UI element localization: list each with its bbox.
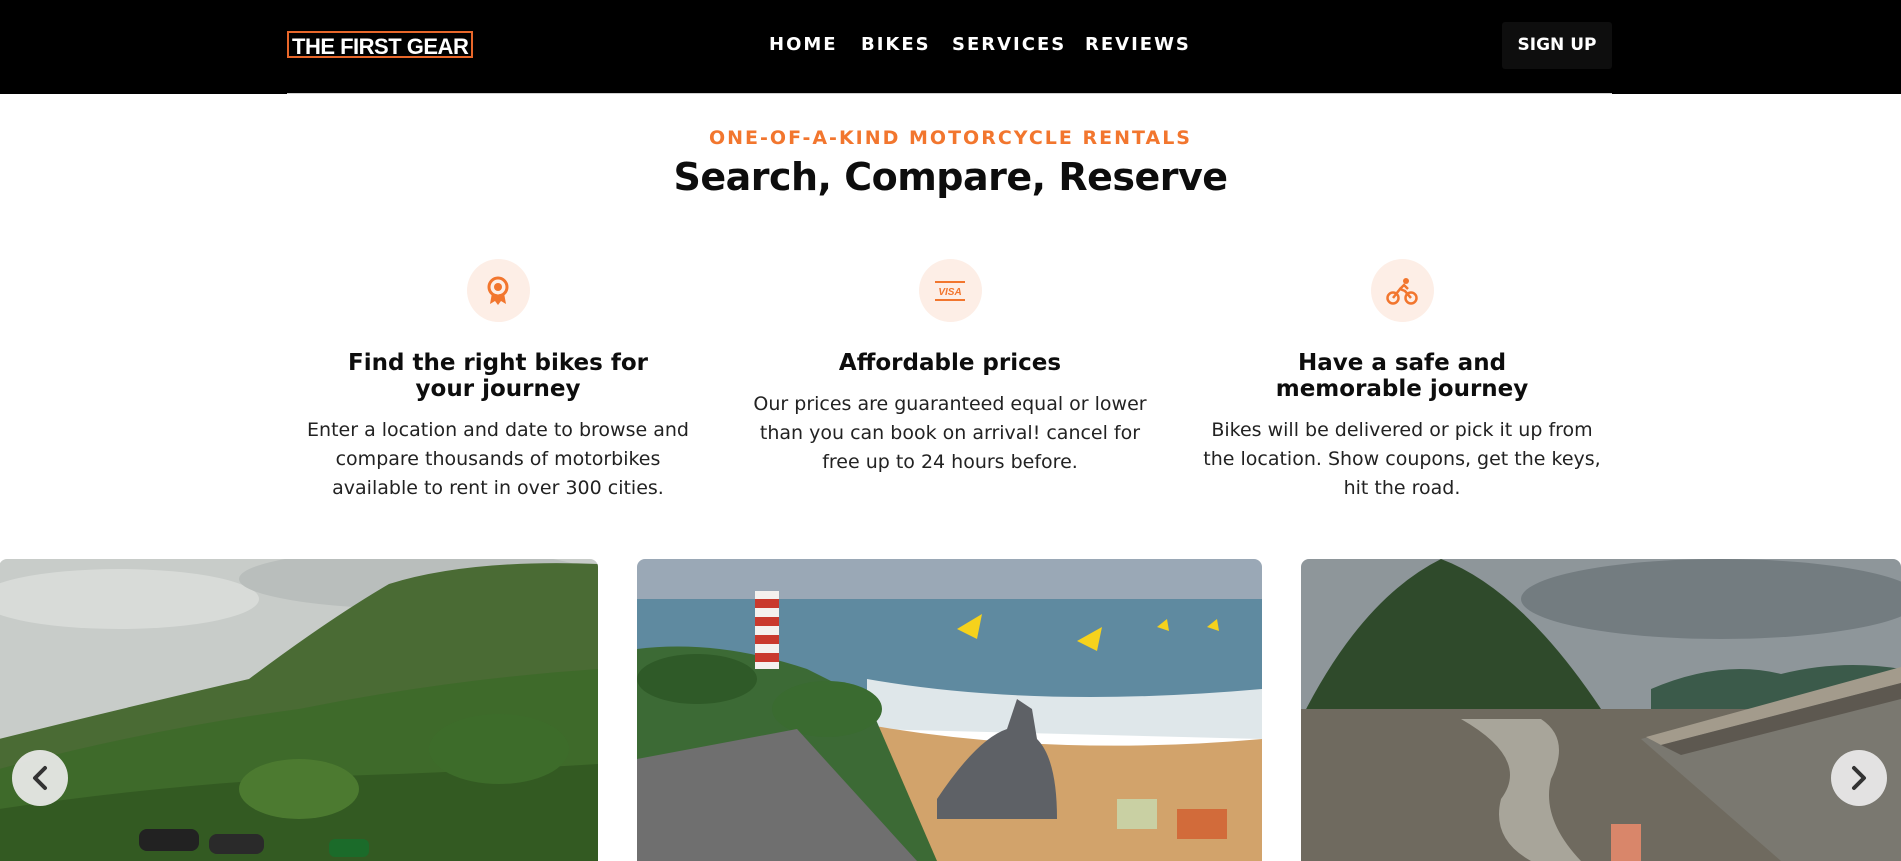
carousel-next-button[interactable] bbox=[1831, 750, 1887, 806]
nav-home[interactable]: HOME bbox=[769, 33, 838, 57]
feature-description: Our prices are guaranteed equal or lower… bbox=[753, 393, 1147, 473]
nav-reviews[interactable]: REVIEWS bbox=[1085, 33, 1191, 57]
hero-eyebrow: ONE-OF-A-KIND MOTORCYCLE RENTALS bbox=[709, 127, 1192, 149]
carousel-slide-hill[interactable] bbox=[0, 559, 598, 861]
feature-title: Affordable prices bbox=[838, 350, 1062, 376]
feature-title: Have a safe and memorable journey bbox=[1275, 350, 1529, 402]
carousel-slide-river[interactable] bbox=[1301, 559, 1901, 861]
feature-description: Enter a location and date to browse and … bbox=[307, 419, 689, 499]
carousel-slide-beach[interactable] bbox=[637, 559, 1262, 861]
sign-up-button[interactable]: SIGN UP bbox=[1502, 22, 1612, 69]
feature-card-prices: VISA Affordable prices Our prices are gu… bbox=[745, 259, 1155, 477]
chevron-left-icon bbox=[33, 766, 47, 790]
chevron-right-icon bbox=[1852, 766, 1866, 790]
carousel-prev-button[interactable] bbox=[12, 750, 68, 806]
feature-description: Bikes will be delivered or pick it up fr… bbox=[1203, 419, 1601, 499]
svg-text:VISA: VISA bbox=[938, 287, 961, 298]
feature-title: Find the right bikes for your journey bbox=[348, 350, 648, 402]
header-divider bbox=[287, 93, 1612, 94]
bicycle-rider-icon bbox=[1370, 259, 1434, 322]
nav-bikes[interactable]: BIKES bbox=[861, 33, 931, 57]
image-carousel bbox=[0, 559, 1901, 861]
award-ribbon-icon bbox=[466, 259, 530, 322]
main-nav: HOME BIKES SERVICES REVIEWS bbox=[0, 33, 1901, 57]
feature-card-find-bikes: Find the right bikes for your journey En… bbox=[293, 259, 703, 503]
feature-card-journey: Have a safe and memorable journey Bikes … bbox=[1197, 259, 1607, 503]
nav-services[interactable]: SERVICES bbox=[952, 33, 1066, 57]
hero-title: Search, Compare, Reserve bbox=[673, 155, 1228, 199]
visa-card-icon: VISA bbox=[918, 259, 982, 322]
